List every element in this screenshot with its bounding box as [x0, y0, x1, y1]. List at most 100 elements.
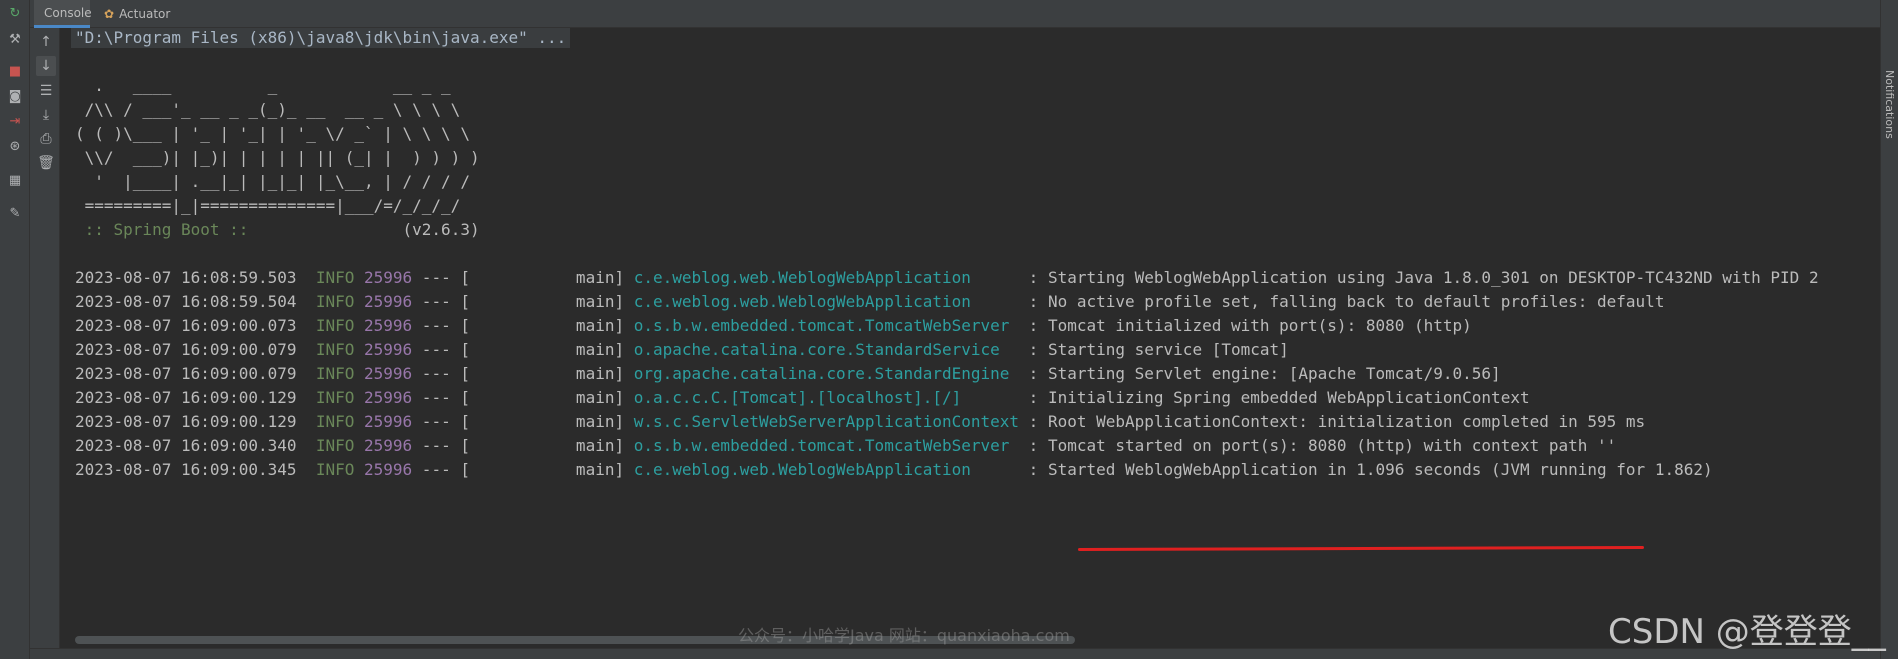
log-level: INFO [315, 412, 355, 431]
scroll-to-end-icon[interactable]: ⤓ [36, 105, 56, 125]
banner-line: \\/ ___)| |_)| | | | | || (_| | ) ) ) ) [75, 148, 480, 167]
down-arrow-icon[interactable]: ↓ [36, 56, 56, 76]
log-timestamp: 2023-08-07 16:09:00.073 [75, 316, 297, 335]
stop-icon[interactable]: ■ [6, 62, 24, 80]
rerun-icon[interactable]: ↻ [6, 4, 24, 22]
log-level: INFO [315, 268, 355, 287]
log-timestamp: 2023-08-07 16:09:00.079 [75, 340, 297, 359]
tool-window-tab-bar: Console ✿ Actuator [30, 0, 1880, 28]
log-timestamp: 2023-08-07 16:09:00.345 [75, 460, 297, 479]
log-message: : Initializing Spring embedded WebApplic… [1019, 388, 1530, 407]
tab-console-label: Console [44, 5, 92, 20]
log-level: INFO [315, 388, 355, 407]
right-toolbar: Notifications [1880, 0, 1898, 659]
log-line: 2023-08-07 16:09:00.340 INFO 25996 --- [… [75, 436, 1616, 456]
camera-icon[interactable]: ◙ [6, 87, 24, 105]
java-command-line[interactable]: "D:\Program Files (x86)\java8\jdk\bin\ja… [71, 28, 571, 48]
log-message: : Tomcat started on port(s): 8080 (http)… [1019, 436, 1617, 455]
log-pid: 25996 [364, 316, 413, 335]
log-thread: --- [ main] [412, 364, 634, 383]
log-pid: 25996 [364, 388, 413, 407]
spring-boot-label: :: Spring Boot :: [75, 220, 259, 239]
log-thread: --- [ main] [412, 388, 634, 407]
trash-icon[interactable]: 🗑 [36, 153, 56, 173]
actuator-icon: ✿ [104, 7, 115, 21]
log-logger-link[interactable]: o.apache.catalina.core.StandardService [634, 340, 1019, 359]
log-line: 2023-08-07 16:09:00.345 INFO 25996 --- [… [75, 460, 1713, 480]
log-pid: 25996 [364, 340, 413, 359]
log-message: : Tomcat initialized with port(s): 8080 … [1019, 316, 1472, 335]
log-message: : Starting Servlet engine: [Apache Tomca… [1019, 364, 1501, 383]
log-pid: 25996 [364, 268, 413, 287]
left-toolbar: ↻ ⚒ ■ ◙ ⇥ ⊛ ▦ ✎ [0, 0, 30, 659]
banner-line: . ____ _ __ _ _ [75, 76, 451, 95]
log-pid: 25996 [364, 460, 413, 479]
log-timestamp: 2023-08-07 16:09:00.129 [75, 388, 297, 407]
log-thread: --- [ main] [412, 316, 634, 335]
debug-search-icon[interactable]: ⊛ [6, 137, 24, 155]
exit-icon[interactable]: ⇥ [6, 112, 24, 130]
log-line: 2023-08-07 16:09:00.073 INFO 25996 --- [… [75, 316, 1472, 336]
log-message: : Started WeblogWebApplication in 1.096 … [1019, 460, 1713, 479]
log-thread: --- [ main] [412, 268, 634, 287]
log-thread: --- [ main] [412, 412, 634, 431]
log-thread: --- [ main] [412, 436, 634, 455]
log-message: : Root WebApplicationContext: initializa… [1019, 412, 1646, 431]
tab-actuator-label: Actuator [119, 7, 171, 21]
log-logger-link[interactable]: w.s.c.ServletWebServerApplicationContext [634, 412, 1019, 431]
log-level: INFO [315, 316, 355, 335]
log-level: INFO [315, 340, 355, 359]
spring-boot-version: (v2.6.3) [258, 220, 480, 239]
log-timestamp: 2023-08-07 16:09:00.079 [75, 364, 297, 383]
up-arrow-icon[interactable]: ↑ [36, 32, 56, 52]
watermark-text: 公众号：小哈学Java 网站：quanxiaoha.com [738, 626, 1070, 645]
spring-boot-version-line: :: Spring Boot :: (v2.6.3) [75, 220, 480, 240]
log-level: INFO [315, 292, 355, 311]
bottom-tool-strip [30, 648, 1880, 659]
log-timestamp: 2023-08-07 16:08:59.503 [75, 268, 297, 287]
banner-line: /\\ / ___'_ __ _ _(_)_ __ __ _ \ \ \ \ [75, 100, 461, 119]
log-logger-link[interactable]: c.e.weblog.web.WeblogWebApplication [634, 292, 1019, 311]
log-thread: --- [ main] [412, 460, 634, 479]
log-level: INFO [315, 460, 355, 479]
tab-console[interactable]: Console [34, 0, 92, 28]
log-line: 2023-08-07 16:09:00.129 INFO 25996 --- [… [75, 412, 1645, 432]
console-toolbar: ↑ ↓ ☰ ⤓ ⎙ 🗑 [30, 28, 60, 659]
log-logger-link[interactable]: c.e.weblog.web.WeblogWebApplication [634, 460, 1019, 479]
banner-line: ' |____| .__|_| |_|_| |_\__, | / / / / [75, 172, 470, 191]
csdn-watermark: CSDN @登登登__ [1608, 612, 1886, 652]
log-line: 2023-08-07 16:09:00.079 INFO 25996 --- [… [75, 364, 1501, 384]
log-logger-link[interactable]: o.s.b.w.embedded.tomcat.TomcatWebServer [634, 436, 1019, 455]
log-logger-link[interactable]: c.e.weblog.web.WeblogWebApplication [634, 268, 1019, 287]
log-pid: 25996 [364, 292, 413, 311]
log-level: INFO [315, 436, 355, 455]
log-line: 2023-08-07 16:08:59.503 INFO 25996 --- [… [75, 268, 1819, 288]
log-line: 2023-08-07 16:08:59.504 INFO 25996 --- [… [75, 292, 1664, 312]
log-thread: --- [ main] [412, 292, 634, 311]
log-pid: 25996 [364, 364, 413, 383]
log-line: 2023-08-07 16:09:00.079 INFO 25996 --- [… [75, 340, 1289, 360]
log-pid: 25996 [364, 436, 413, 455]
log-line: 2023-08-07 16:09:00.129 INFO 25996 --- [… [75, 388, 1530, 408]
log-logger-link[interactable]: org.apache.catalina.core.StandardEngine [634, 364, 1019, 383]
layout-icon[interactable]: ▦ [6, 171, 24, 189]
log-message: : Starting service [Tomcat] [1019, 340, 1289, 359]
log-thread: --- [ main] [412, 340, 634, 359]
log-timestamp: 2023-08-07 16:09:00.129 [75, 412, 297, 431]
banner-line: =========|_|==============|___/=/_/_/_/ [75, 196, 461, 215]
soft-wrap-icon[interactable]: ☰ [36, 81, 56, 101]
banner-line: ( ( )\___ | '_ | '_| | '_ \/ _` | \ \ \ … [75, 124, 470, 143]
wrench-icon[interactable]: ⚒ [6, 30, 24, 48]
log-message: : Starting WeblogWebApplication using Ja… [1019, 268, 1819, 287]
pin-icon[interactable]: ✎ [6, 204, 24, 222]
log-level: INFO [315, 364, 355, 383]
notifications-tab[interactable]: Notifications [1883, 70, 1896, 139]
log-pid: 25996 [364, 412, 413, 431]
log-timestamp: 2023-08-07 16:09:00.340 [75, 436, 297, 455]
log-message: : No active profile set, falling back to… [1019, 292, 1665, 311]
print-icon[interactable]: ⎙ [36, 129, 56, 149]
log-logger-link[interactable]: o.a.c.c.C.[Tomcat].[localhost].[/] [634, 388, 1019, 407]
log-logger-link[interactable]: o.s.b.w.embedded.tomcat.TomcatWebServer [634, 316, 1019, 335]
tab-actuator[interactable]: ✿ Actuator [104, 0, 194, 28]
log-timestamp: 2023-08-07 16:08:59.504 [75, 292, 297, 311]
